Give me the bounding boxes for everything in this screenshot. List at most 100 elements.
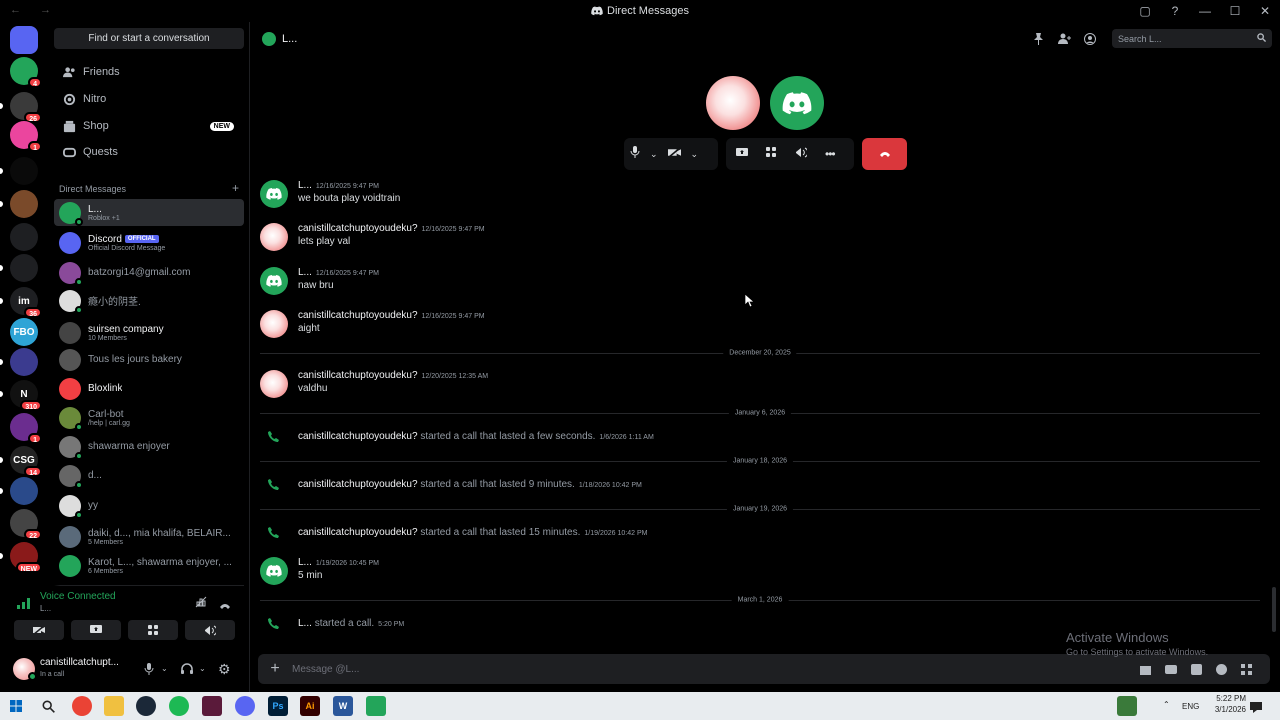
message-composer[interactable]: + Message @L... bbox=[258, 654, 1270, 684]
steam-icon[interactable] bbox=[136, 696, 156, 716]
minimize-button[interactable]: — bbox=[1190, 4, 1220, 18]
start-button[interactable] bbox=[6, 696, 26, 716]
screen-share-button[interactable] bbox=[71, 620, 121, 640]
server-icon[interactable]: im 36 bbox=[10, 287, 42, 318]
user-name[interactable]: canistillcatchupt... bbox=[40, 657, 128, 668]
call-author[interactable]: canistillcatchuptoyoudeku? bbox=[298, 527, 418, 538]
server-icon[interactable]: N 310 bbox=[10, 380, 42, 411]
channel-name[interactable]: L... bbox=[282, 33, 297, 45]
file-explorer-icon[interactable] bbox=[104, 696, 124, 716]
server-icon[interactable]: FBO bbox=[10, 318, 38, 346]
call-participant-self[interactable] bbox=[706, 76, 760, 130]
camera-button[interactable] bbox=[14, 620, 64, 640]
taskbar-clock[interactable]: 5:22 PM 3/1/2026 bbox=[1215, 693, 1246, 715]
audio-options-chevron-icon[interactable]: ⌄ bbox=[199, 664, 206, 673]
message-author[interactable]: canistillcatchuptoyoudeku? bbox=[298, 370, 418, 381]
server-icon[interactable] bbox=[10, 348, 38, 376]
nav-shop[interactable]: Shop NEW bbox=[54, 114, 244, 138]
server-icon[interactable] bbox=[10, 26, 38, 54]
dm-item[interactable]: Carl-bot/help | carl.gg bbox=[54, 404, 244, 431]
mic-options-chevron-icon[interactable]: ⌄ bbox=[161, 664, 168, 673]
search-input[interactable]: Search L... bbox=[1112, 29, 1272, 48]
server-icon[interactable]: CSG 14 bbox=[10, 446, 42, 477]
nav-nitro[interactable]: Nitro bbox=[54, 87, 244, 111]
call-camera-off-icon[interactable] bbox=[667, 145, 682, 163]
input-language[interactable]: ENG bbox=[1182, 702, 1199, 711]
spotify-icon[interactable] bbox=[169, 696, 189, 716]
create-dm-button[interactable]: + bbox=[232, 182, 239, 194]
message-scrollbar[interactable] bbox=[1272, 587, 1276, 632]
soundboard-button[interactable] bbox=[185, 620, 235, 640]
message-avatar[interactable] bbox=[260, 310, 288, 338]
message-avatar[interactable] bbox=[260, 370, 288, 398]
dm-item[interactable]: Tous les jours bakery bbox=[54, 346, 244, 373]
notification-icon[interactable] bbox=[1250, 700, 1262, 718]
server-icon[interactable]: NEW bbox=[10, 542, 42, 573]
tray-app-icon[interactable] bbox=[1117, 696, 1137, 716]
find-conversation-button[interactable]: Find or start a conversation bbox=[54, 28, 244, 49]
mic-icon[interactable] bbox=[144, 662, 154, 680]
pinned-messages-icon[interactable] bbox=[1031, 32, 1045, 46]
chrome-icon[interactable] bbox=[72, 696, 92, 716]
attach-plus-icon[interactable]: + bbox=[258, 660, 292, 678]
message-avatar[interactable] bbox=[260, 223, 288, 251]
message-author[interactable]: L... bbox=[298, 557, 312, 568]
server-icon[interactable]: 22 bbox=[10, 509, 42, 540]
app-icon[interactable] bbox=[202, 696, 222, 716]
message-avatar[interactable] bbox=[260, 180, 288, 208]
apps-icon[interactable] bbox=[1241, 662, 1252, 680]
dm-item[interactable]: L... Roblox +1 bbox=[54, 199, 244, 226]
server-icon[interactable] bbox=[10, 477, 38, 505]
call-author[interactable]: L... bbox=[298, 618, 312, 629]
word-icon[interactable]: W bbox=[333, 696, 353, 716]
dm-item[interactable]: Karot, L..., shawarma enjoyer, ... 6 Memb… bbox=[54, 552, 244, 579]
dm-item[interactable]: Discord OFFICIAL Official Discord Message bbox=[54, 229, 244, 256]
voice-channel-label[interactable]: L... bbox=[40, 604, 51, 613]
server-icon[interactable]: 1 bbox=[10, 121, 42, 152]
call-camera-chevron-icon[interactable]: ⌄ bbox=[691, 149, 699, 160]
nav-friends[interactable]: Friends bbox=[54, 60, 244, 84]
call-author[interactable]: canistillcatchuptoyoudeku? bbox=[298, 431, 418, 442]
server-icon[interactable] bbox=[10, 190, 38, 218]
app-green-icon[interactable] bbox=[366, 696, 386, 716]
help-icon[interactable]: ? bbox=[1160, 4, 1190, 18]
dm-item[interactable]: daiki, d..., mia khalifa, BELAIR... 5 Mem… bbox=[54, 523, 244, 550]
message-avatar[interactable] bbox=[260, 267, 288, 295]
call-mic-chevron-icon[interactable]: ⌄ bbox=[650, 149, 658, 160]
disconnect-icon[interactable] bbox=[219, 597, 231, 615]
maximize-button[interactable]: ☐ bbox=[1220, 4, 1250, 18]
add-friends-to-dm-icon[interactable] bbox=[1057, 32, 1071, 46]
message-author[interactable]: L... bbox=[298, 267, 312, 278]
hang-up-button[interactable] bbox=[862, 138, 907, 170]
dm-item[interactable]: batzorgi14@gmail.com bbox=[54, 259, 244, 286]
message-author[interactable]: canistillcatchuptoyoudeku? bbox=[298, 310, 418, 321]
call-soundboard-icon[interactable] bbox=[795, 145, 809, 163]
headphones-icon[interactable] bbox=[181, 662, 193, 680]
dm-item[interactable]: yy bbox=[54, 492, 244, 519]
dm-item[interactable]: Bloxlink bbox=[54, 375, 244, 402]
history-nav[interactable]: ← → bbox=[10, 4, 59, 16]
dm-item[interactable]: shawarma enjoyer bbox=[54, 433, 244, 460]
taskbar-search-icon[interactable] bbox=[38, 696, 58, 716]
server-icon[interactable]: 1 bbox=[10, 413, 42, 444]
gift-icon[interactable] bbox=[1140, 662, 1151, 680]
gif-icon[interactable] bbox=[1165, 662, 1177, 680]
call-screen-share-icon[interactable] bbox=[736, 145, 748, 163]
user-profile-icon[interactable] bbox=[1083, 32, 1097, 46]
call-mic-icon[interactable] bbox=[630, 145, 640, 163]
server-icon[interactable] bbox=[10, 157, 38, 185]
illustrator-icon[interactable]: Ai bbox=[300, 696, 320, 716]
tray-chevron-icon[interactable]: ⌃ bbox=[1163, 700, 1170, 709]
photoshop-icon[interactable]: Ps bbox=[268, 696, 288, 716]
emoji-icon[interactable] bbox=[1216, 662, 1227, 680]
close-button[interactable]: ✕ bbox=[1250, 4, 1280, 18]
settings-gear-icon[interactable]: ⚙ bbox=[218, 661, 231, 678]
call-participant-other[interactable] bbox=[770, 76, 824, 130]
discord-taskbar-icon[interactable] bbox=[235, 696, 255, 716]
call-more-icon[interactable]: ••• bbox=[825, 147, 836, 161]
server-icon[interactable]: 4 bbox=[10, 57, 42, 88]
message-author[interactable]: L... bbox=[298, 180, 312, 191]
call-author[interactable]: canistillcatchuptoyoudeku? bbox=[298, 479, 418, 490]
dm-item[interactable]: 瘾小的阴茎. bbox=[54, 287, 244, 314]
server-icon[interactable] bbox=[10, 254, 38, 282]
